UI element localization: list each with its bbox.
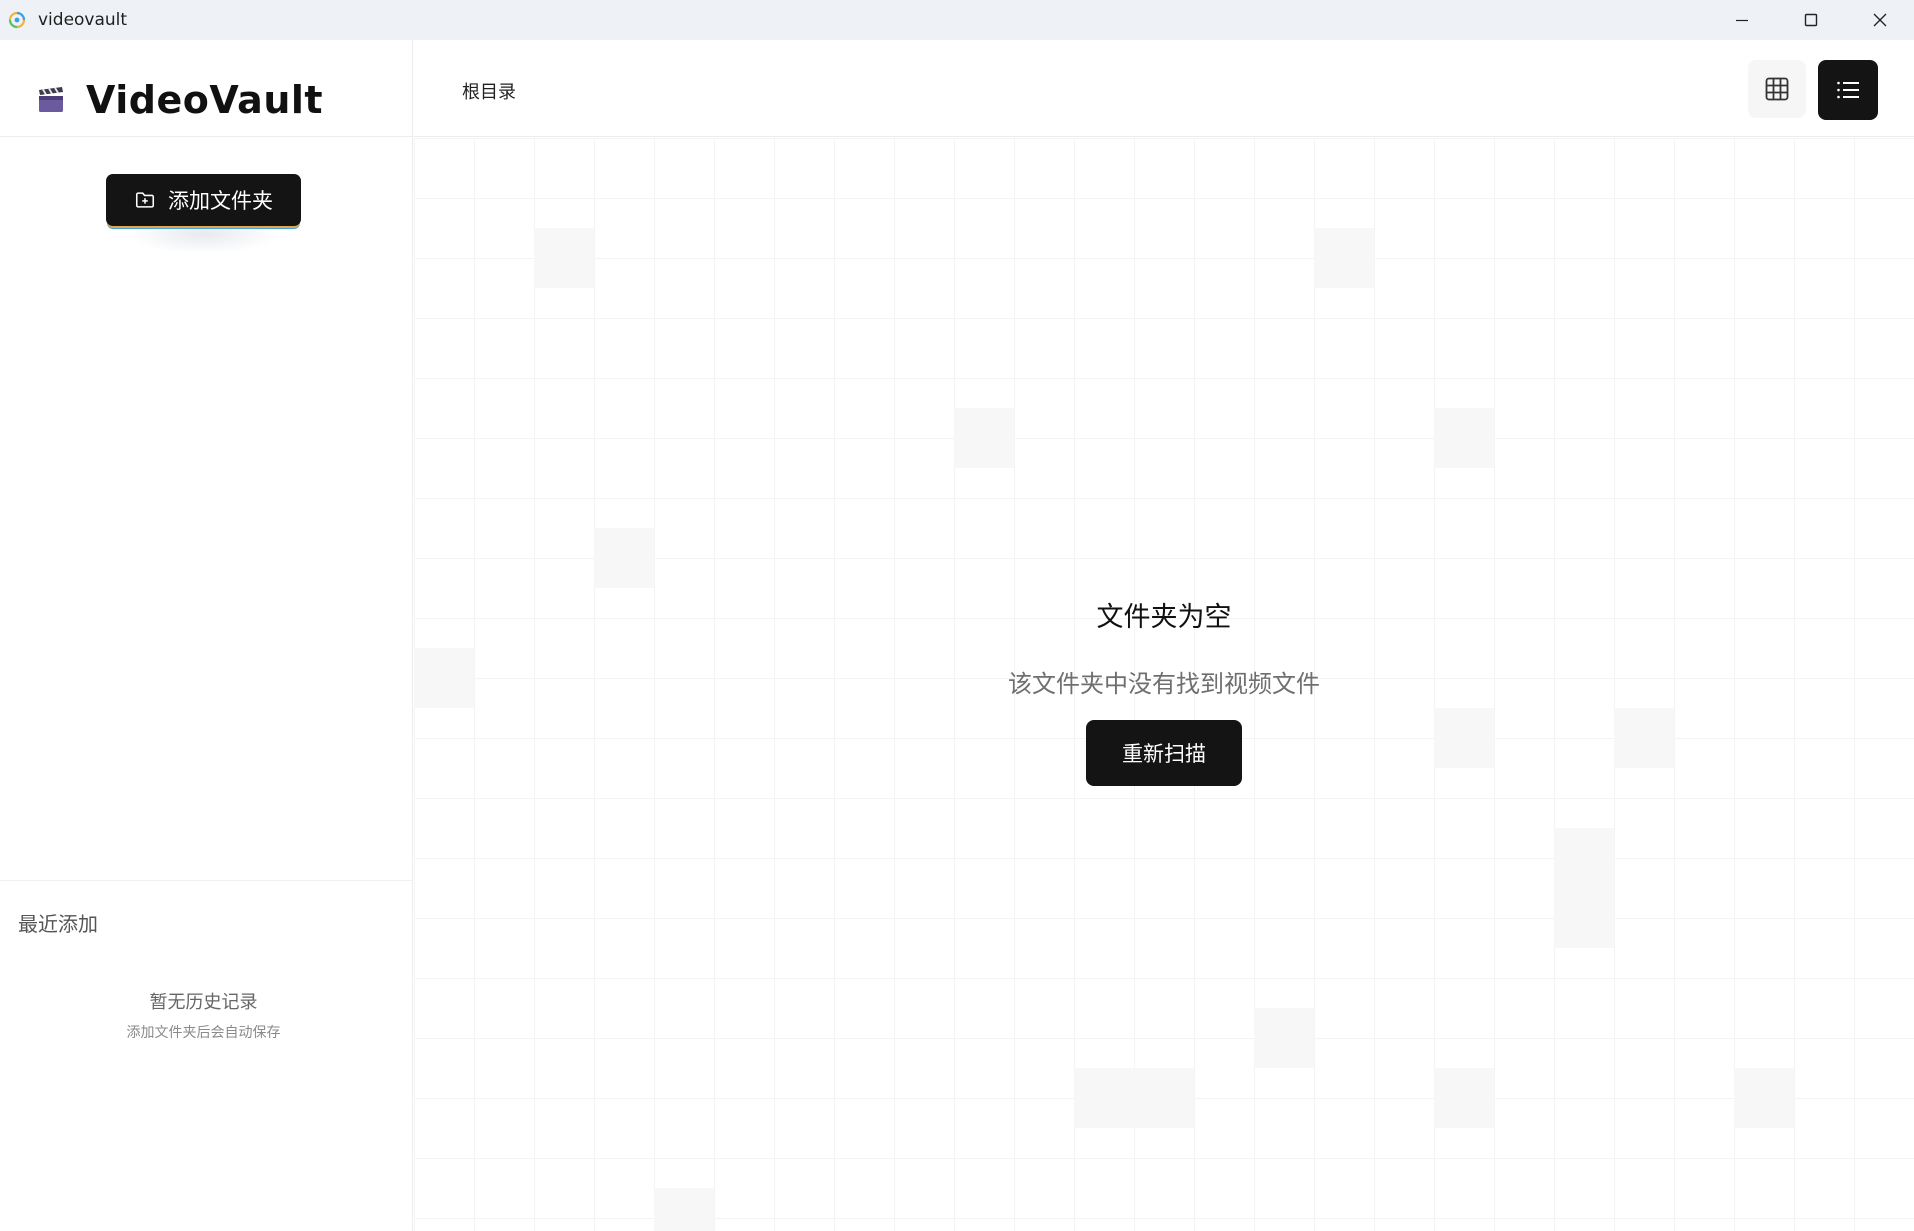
minimize-button[interactable] <box>1707 0 1776 40</box>
close-button[interactable] <box>1845 0 1914 40</box>
empty-history-text: 暂无历史记录 <box>149 992 258 1013</box>
list-view-button[interactable] <box>1818 60 1878 120</box>
window-controls <box>1707 0 1914 40</box>
bg-tile <box>1554 828 1614 888</box>
close-icon <box>1873 13 1886 27</box>
bg-tile <box>594 528 654 588</box>
bg-tile <box>1434 708 1494 768</box>
recent-divider <box>0 880 413 881</box>
add-folder-label: 添加文件夹 <box>168 190 273 213</box>
clapperboard-icon <box>39 87 63 112</box>
empty-history-hint: 添加文件夹后会自动保存 <box>126 1025 281 1041</box>
empty-state-title: 文件夹为空 <box>1096 602 1232 633</box>
add-folder-button[interactable]: 添加文件夹 <box>106 174 301 226</box>
bg-tile <box>1314 228 1374 288</box>
window-title: videovault <box>38 10 128 30</box>
bg-tile <box>954 408 1014 468</box>
maximize-button[interactable] <box>1776 0 1845 40</box>
app-name: VideoVault <box>86 78 324 122</box>
bg-tile <box>1614 708 1674 768</box>
bg-tile <box>1434 408 1494 468</box>
bg-tile <box>1254 1008 1314 1068</box>
grid-view-button[interactable] <box>1748 60 1806 118</box>
maximize-icon <box>1804 13 1817 27</box>
add-folder-container: 添加文件夹 <box>106 174 301 254</box>
grid-icon <box>1765 77 1789 101</box>
empty-state-subtitle: 该文件夹中没有找到视频文件 <box>1008 670 1320 698</box>
app-logo-icon <box>8 11 26 29</box>
bg-tile <box>534 228 594 288</box>
bg-tile <box>1554 888 1614 948</box>
empty-state: 文件夹为空 该文件夹中没有找到视频文件 <box>414 595 1914 699</box>
rescan-button[interactable]: 重新扫描 <box>1086 720 1242 786</box>
bg-tile <box>654 1188 714 1231</box>
bg-tile <box>1134 1068 1194 1128</box>
folder-plus-icon <box>135 192 155 208</box>
list-icon <box>1837 81 1859 99</box>
breadcrumb[interactable]: 根目录 <box>462 78 516 104</box>
recent-section-title: 最近添加 <box>18 912 98 936</box>
sidebar: VideoVault 添加文件夹 最近添加 暂无历史记录 添加文件夹后会自动保存 <box>0 40 413 1231</box>
bg-tile <box>1434 1068 1494 1128</box>
minimize-icon <box>1735 19 1748 22</box>
sidebar-divider <box>0 136 413 137</box>
main-content: 根目录 文件夹为空 该文件夹中没有找到视频文件 重新扫描 <box>414 40 1914 1231</box>
bg-tile <box>1734 1068 1794 1128</box>
app-logo: VideoVault <box>36 70 323 130</box>
main-header: 根目录 <box>414 40 1914 137</box>
bg-tile <box>1074 1068 1134 1128</box>
window-titlebar[interactable]: videovault <box>0 0 1914 40</box>
